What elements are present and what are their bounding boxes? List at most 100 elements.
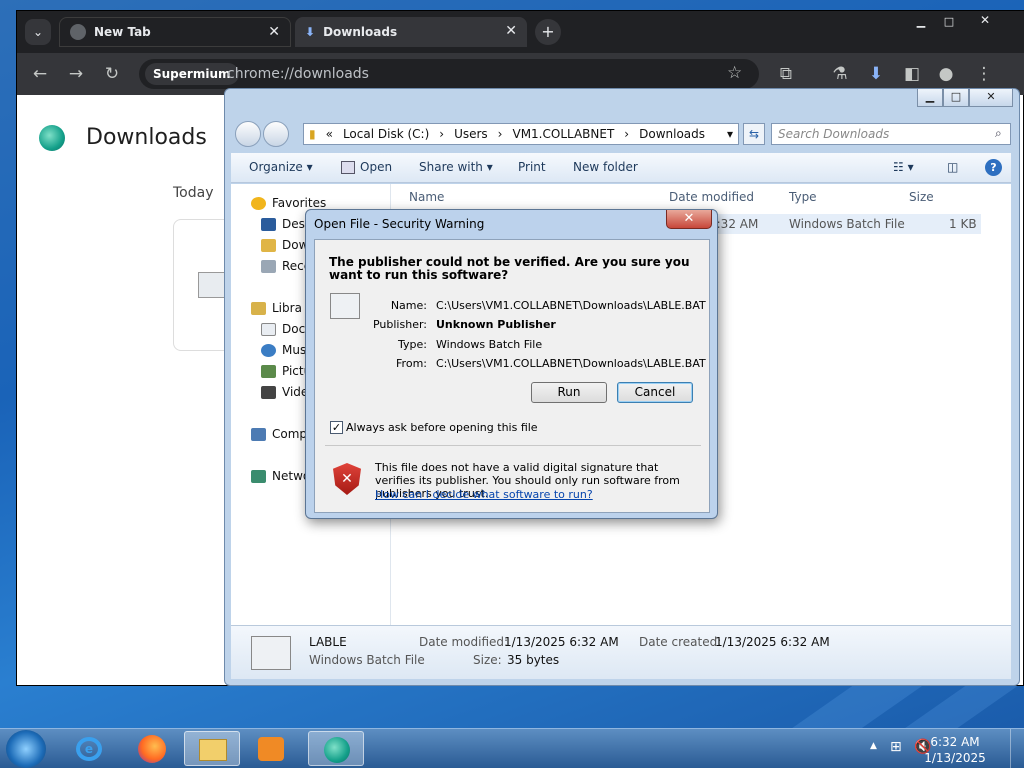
tab-new-tab[interactable]: New Tab ✕ [59, 17, 291, 47]
detail-created-label: Date created: [639, 635, 722, 649]
menu-icon[interactable]: ⋮ [973, 63, 995, 85]
browser-chip: Supermium [145, 63, 239, 85]
clock-time: 6:32 AM [930, 735, 980, 749]
breadcrumb-separator[interactable]: › [493, 127, 508, 141]
detail-size-value: 35 bytes [507, 653, 560, 667]
close-button[interactable]: ✕ [969, 89, 1013, 107]
show-desktop-button[interactable] [1010, 729, 1024, 768]
search-icon: ⌕ [995, 126, 1002, 140]
forward-button[interactable]: → [65, 63, 87, 85]
nav-libraries[interactable]: Libra [251, 301, 302, 315]
tab-close-button[interactable]: ✕ [505, 23, 517, 39]
breadcrumb-separator[interactable]: › [619, 127, 634, 141]
detail-filetype: Windows Batch File [309, 653, 425, 667]
nav-videos[interactable]: Vide [261, 385, 308, 399]
maximize-button[interactable]: □ [939, 15, 959, 31]
always-ask-label[interactable]: Always ask before opening this file [346, 421, 538, 434]
nav-favorites[interactable]: Favorites [251, 196, 326, 210]
print-button[interactable]: Print [518, 160, 546, 174]
view-options-icon[interactable]: ☷ ▾ [893, 160, 914, 174]
new-tab-button[interactable]: + [535, 19, 561, 45]
address-bar[interactable]: ▮ « Local Disk (C:) › Users › VM1.COLLAB… [303, 123, 739, 145]
star-icon [251, 196, 266, 210]
network-status-icon[interactable]: ⊞ [890, 739, 902, 755]
close-button[interactable]: ✕ [975, 13, 995, 29]
nav-documents[interactable]: Doc [261, 322, 305, 336]
address-bar[interactable]: Supermium chrome://downloads ☆ [139, 59, 759, 89]
open-button[interactable]: Open [360, 160, 392, 174]
help-icon[interactable]: ? [985, 159, 1002, 176]
share-with-menu[interactable]: Share with ▾ [419, 160, 493, 174]
help-link[interactable]: How can I decide what software to run? [375, 488, 593, 501]
column-type[interactable]: Type [789, 190, 817, 204]
organize-menu[interactable]: Organize ▾ [249, 160, 313, 174]
minimize-button[interactable]: ▁ [911, 15, 931, 31]
new-folder-button[interactable]: New folder [573, 160, 638, 174]
folder-icon [199, 739, 227, 761]
dialog-close-button[interactable]: ✕ [666, 210, 712, 229]
detail-modified-label: Date modified: [419, 635, 509, 649]
back-button[interactable] [235, 121, 261, 147]
type-value: Windows Batch File [436, 338, 543, 351]
taskbar-supermium[interactable] [308, 731, 364, 766]
breadcrumb-separator[interactable]: › [434, 127, 449, 141]
labs-flask-icon[interactable]: ⚗ [829, 63, 851, 85]
breadcrumb-overflow[interactable]: « [321, 127, 338, 141]
batch-file-icon [198, 272, 226, 298]
taskbar-explorer[interactable] [184, 731, 240, 766]
system-clock[interactable]: 6:32 AM 1/13/2025 [920, 734, 990, 766]
nav-downloads[interactable]: Dow [261, 238, 308, 252]
maximize-button[interactable]: □ [943, 89, 969, 107]
bookmark-star-icon[interactable]: ☆ [727, 63, 742, 83]
breadcrumb-local-disk[interactable]: Local Disk (C:) [338, 127, 434, 141]
column-date-modified[interactable]: Date modified [669, 190, 754, 204]
side-panel-icon[interactable]: ◧ [901, 63, 923, 85]
nav-pictures[interactable]: Pictu [261, 364, 311, 378]
extensions-icon[interactable]: ⧉ [775, 63, 797, 85]
taskbar-media-player[interactable] [244, 731, 300, 766]
supermium-logo-icon [324, 737, 350, 763]
forward-button[interactable] [263, 121, 289, 147]
breadcrumb-downloads[interactable]: Downloads [634, 127, 710, 141]
show-hidden-icons-icon[interactable]: ▲ [870, 741, 877, 751]
breadcrumb-users[interactable]: Users [449, 127, 493, 141]
refresh-button[interactable]: ⇆ [743, 123, 765, 145]
music-icon [261, 343, 276, 357]
back-button[interactable]: ← [29, 63, 51, 85]
cancel-button[interactable]: Cancel [617, 382, 693, 403]
tab-search-button[interactable]: ⌄ [25, 19, 51, 45]
globe-icon [70, 24, 86, 40]
detail-modified-value: 1/13/2025 6:32 AM [504, 635, 619, 649]
start-button[interactable] [6, 730, 46, 768]
minimize-button[interactable]: ▁ [917, 89, 943, 107]
preview-pane-icon[interactable]: ◫ [947, 160, 958, 174]
url-text[interactable]: chrome://downloads [227, 59, 369, 89]
reload-button[interactable]: ↻ [101, 63, 123, 85]
nav-computer[interactable]: Comp [251, 427, 307, 441]
name-value: C:\Users\VM1.COLLABNET\Downloads\LABLE.B… [436, 299, 706, 312]
tab-downloads[interactable]: ⬇ Downloads ✕ [295, 17, 527, 47]
open-icon [341, 161, 355, 174]
nav-recent[interactable]: Rece [261, 259, 311, 273]
column-name[interactable]: Name [409, 190, 444, 204]
address-dropdown-icon[interactable]: ▾ [722, 127, 738, 141]
command-bar: Organize ▾ Open Share with ▾ Print New f… [231, 153, 1011, 183]
internet-explorer-icon[interactable]: e [76, 737, 102, 761]
videos-icon [261, 385, 276, 399]
firefox-icon[interactable] [138, 735, 166, 763]
tab-close-button[interactable]: ✕ [268, 24, 280, 40]
recent-places-icon [261, 259, 276, 273]
publisher-value: Unknown Publisher [436, 318, 556, 331]
desktop-icon [261, 217, 276, 231]
file-row[interactable]: 6:32 AM Windows Batch File 1 KB [709, 214, 981, 234]
profile-avatar-icon[interactable]: ● [935, 63, 957, 85]
run-button[interactable]: Run [531, 382, 607, 403]
dialog-body: The publisher could not be verified. Are… [314, 239, 710, 513]
downloads-icon[interactable]: ⬇ [865, 63, 887, 85]
search-input[interactable]: Search Downloads [771, 123, 1011, 145]
always-ask-checkbox[interactable]: ✓ [330, 421, 343, 434]
nav-music[interactable]: Mus [261, 343, 306, 357]
column-size[interactable]: Size [909, 190, 934, 204]
breadcrumb-user-folder[interactable]: VM1.COLLABNET [507, 127, 619, 141]
nav-network[interactable]: Netwo [251, 469, 310, 483]
